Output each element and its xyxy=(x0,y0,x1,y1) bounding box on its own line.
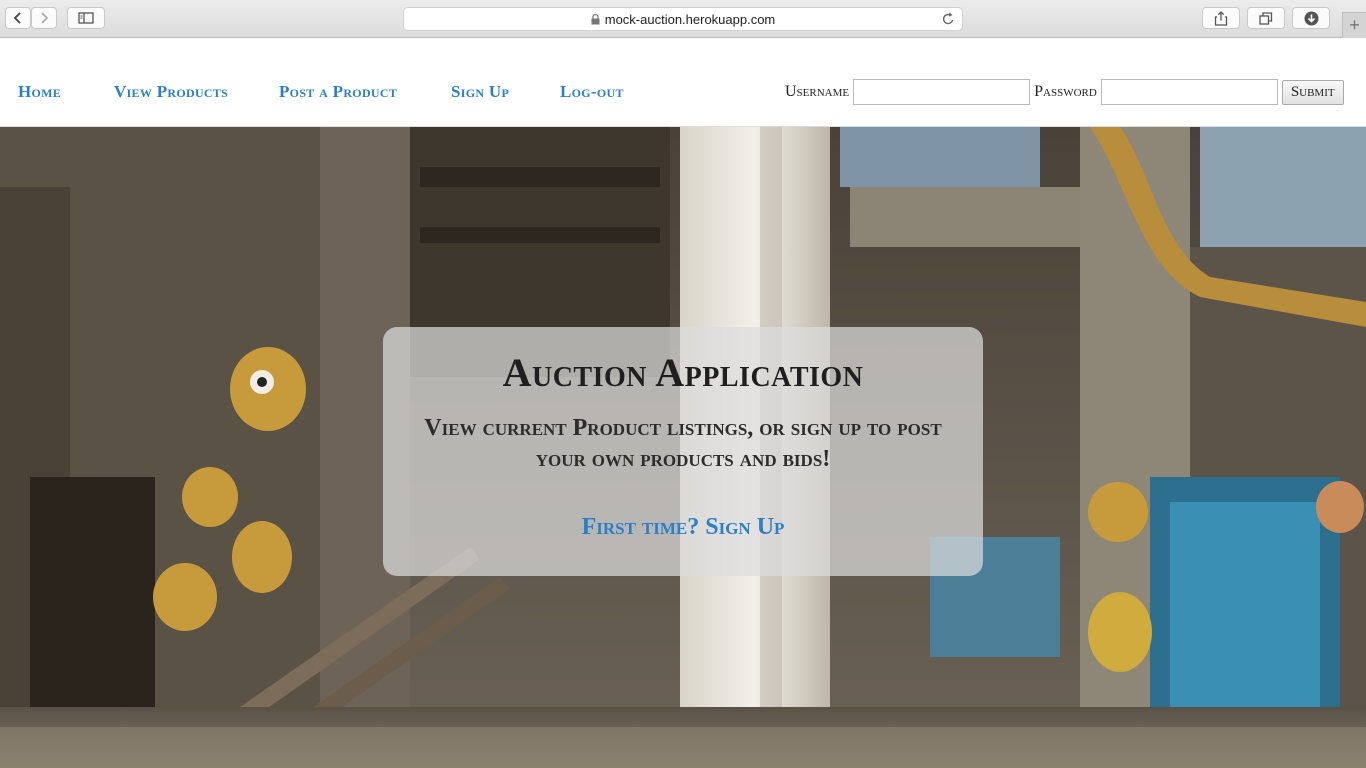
password-input[interactable] xyxy=(1100,79,1278,105)
reload-icon[interactable] xyxy=(942,12,955,26)
submit-button[interactable]: Submit xyxy=(1281,79,1344,105)
nav-post-product[interactable]: Post a Product xyxy=(279,82,397,102)
share-icon xyxy=(1214,10,1228,26)
lock-icon xyxy=(591,13,600,24)
hero-section: Auction Application View current Product… xyxy=(0,127,1366,768)
hero-card: Auction Application View current Product… xyxy=(383,327,983,576)
browser-toolbar: mock-auction.herokuapp.com + xyxy=(0,0,1366,38)
nav-log-out[interactable]: Log-out xyxy=(560,82,624,102)
download-icon xyxy=(1304,11,1318,25)
username-label: Username xyxy=(785,83,850,100)
site-navbar: Home View Products Post a Product Sign U… xyxy=(0,38,1366,127)
nav-view-products[interactable]: View Products xyxy=(114,82,228,102)
hero-subtitle: View current Product listings, or sign u… xyxy=(424,415,942,472)
forward-button[interactable] xyxy=(31,7,57,29)
hero-title: Auction Application xyxy=(502,350,864,395)
nav-sign-up[interactable]: Sign Up xyxy=(451,82,509,102)
username-input[interactable] xyxy=(853,79,1031,105)
plus-icon[interactable]: + xyxy=(1342,12,1366,38)
back-button[interactable] xyxy=(5,7,31,29)
sign-up-link[interactable]: First time? Sign Up xyxy=(383,514,983,541)
back-icon xyxy=(13,12,21,24)
nav-home[interactable]: Home xyxy=(18,82,61,102)
share-button[interactable] xyxy=(1202,7,1240,29)
sidebar-icon xyxy=(78,12,94,24)
login-form: Username Password Submit xyxy=(785,79,1344,105)
tabs-icon xyxy=(1259,11,1273,25)
url-text: mock-auction.herokuapp.com xyxy=(604,11,776,27)
tabs-button[interactable] xyxy=(1247,7,1285,29)
downloads-button[interactable] xyxy=(1292,7,1330,29)
forward-icon xyxy=(41,12,49,24)
address-bar[interactable]: mock-auction.herokuapp.com xyxy=(403,7,963,31)
password-label: Password xyxy=(1034,83,1097,100)
sidebar-button[interactable] xyxy=(67,7,105,29)
